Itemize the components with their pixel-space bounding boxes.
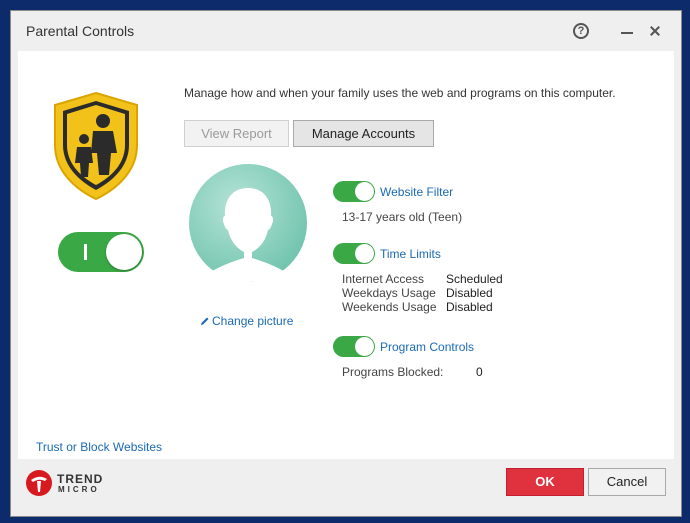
program-controls-link[interactable]: Program Controls [380, 340, 474, 354]
profile-avatar[interactable] [184, 164, 312, 282]
weekends-usage-label: Weekends Usage [342, 300, 437, 314]
cancel-button[interactable]: Cancel [588, 468, 666, 496]
brand-name-line2: MICRO [58, 485, 100, 494]
weekends-usage-value: Disabled [446, 300, 493, 314]
website-filter-link[interactable]: Website Filter [380, 185, 453, 199]
manage-accounts-button[interactable]: Manage Accounts [293, 120, 434, 147]
program-controls-toggle[interactable] [333, 336, 375, 357]
window-title: Parental Controls [26, 23, 135, 39]
trend-micro-logo-icon [26, 470, 52, 496]
footer: TREND MICRO OK Cancel [11, 459, 681, 518]
time-limits-link[interactable]: Time Limits [380, 247, 441, 261]
change-picture-link[interactable]: Change picture [200, 314, 293, 328]
minimize-icon[interactable] [621, 32, 633, 34]
internet-access-label: Internet Access [342, 272, 425, 286]
programs-blocked-value: 0 [476, 365, 483, 379]
weekdays-usage-value: Disabled [446, 286, 493, 300]
weekdays-usage-label: Weekdays Usage [342, 286, 436, 300]
website-filter-detail: 13-17 years old (Teen) [342, 210, 463, 224]
brand-name-line1: TREND [57, 472, 104, 486]
view-report-button[interactable]: View Report [184, 120, 289, 147]
parental-controls-toggle[interactable] [58, 232, 144, 272]
website-filter-toggle[interactable] [333, 181, 375, 202]
toggle-knob [106, 234, 142, 270]
internet-access-value: Scheduled [446, 272, 503, 286]
close-icon[interactable] [647, 23, 663, 39]
title-bar: Parental Controls ? [11, 11, 681, 51]
toggle-knob [355, 337, 374, 356]
pencil-icon [201, 317, 209, 325]
family-shield-icon [54, 91, 138, 201]
help-icon[interactable]: ? [573, 23, 589, 39]
parental-controls-window: Parental Controls ? Trust or Block Websi… [10, 10, 682, 517]
toggle-knob [355, 182, 374, 201]
toggle-on-indicator [84, 244, 87, 260]
ok-button[interactable]: OK [506, 468, 584, 496]
intro-text: Manage how and when your family uses the… [184, 86, 616, 100]
change-picture-label: Change picture [212, 314, 294, 328]
trust-or-block-websites-link[interactable]: Trust or Block Websites [36, 440, 162, 454]
toggle-knob [355, 244, 374, 263]
time-limits-toggle[interactable] [333, 243, 375, 264]
content-panel: Trust or Block Websites Manage how and w… [18, 51, 674, 459]
programs-blocked-label: Programs Blocked: [342, 365, 444, 379]
